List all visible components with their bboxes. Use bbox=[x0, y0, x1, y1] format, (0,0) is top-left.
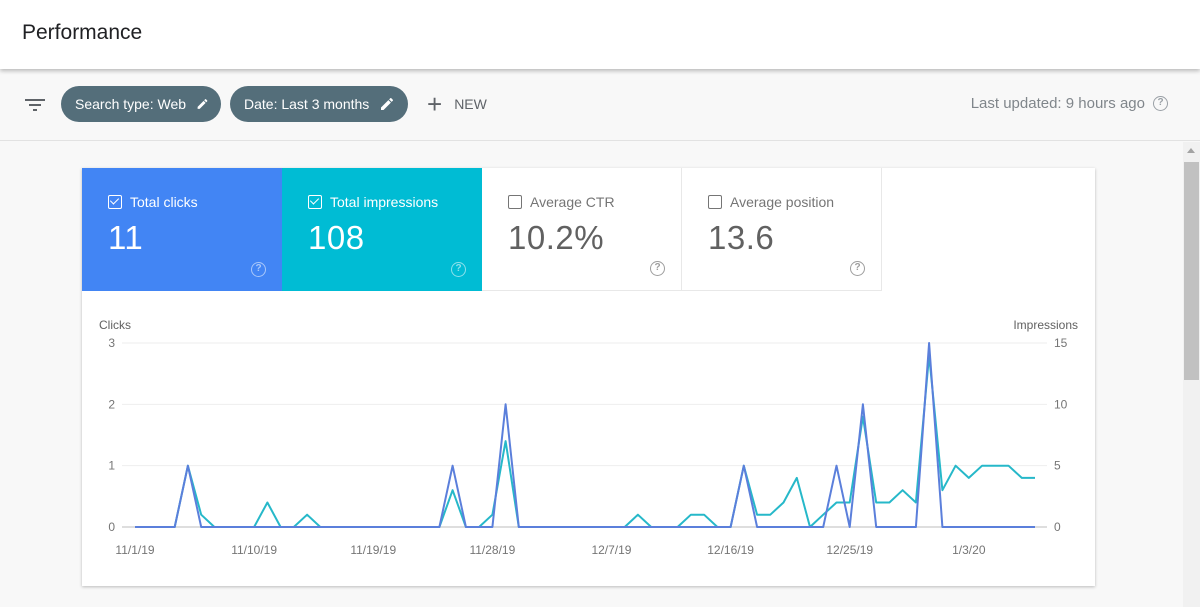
x-tick-label: 11/28/19 bbox=[469, 543, 515, 557]
metric-label: Average position bbox=[730, 194, 835, 210]
vertical-scrollbar[interactable] bbox=[1183, 142, 1200, 607]
y-left-tick-label: 2 bbox=[108, 397, 115, 411]
date-range-chip[interactable]: Date: Last 3 months bbox=[230, 86, 408, 122]
x-tick-label: 1/3/20 bbox=[952, 543, 986, 557]
help-icon[interactable]: ? bbox=[251, 262, 266, 277]
last-updated-status: Last updated: 9 hours ago ? bbox=[971, 95, 1168, 112]
performance-chart: Clicks Impressions 0 1 2 3 0 5 10 15 11/1/19 11/1… bbox=[82, 308, 1095, 578]
help-icon[interactable]: ? bbox=[451, 262, 466, 277]
x-tick-label: 12/7/19 bbox=[591, 543, 631, 557]
checkbox-unchecked-icon[interactable] bbox=[708, 195, 722, 209]
performance-card: Total clicks 11 ? Total impressions 108 … bbox=[82, 168, 1095, 586]
plus-icon: + bbox=[427, 89, 443, 119]
search-type-chip-label: Search type: Web bbox=[75, 96, 187, 112]
metric-value: 13.6 bbox=[708, 219, 775, 256]
date-range-chip-label: Date: Last 3 months bbox=[244, 96, 370, 112]
series-line-clicks bbox=[135, 342, 1035, 528]
filter-toolbar: Search type: Web Date: Last 3 months + N… bbox=[0, 69, 1200, 141]
pencil-icon bbox=[197, 99, 208, 109]
x-tick-label: 11/1/19 bbox=[115, 543, 154, 557]
left-axis-title: Clicks bbox=[99, 318, 131, 332]
checkbox-unchecked-icon[interactable] bbox=[508, 195, 522, 209]
last-updated-text: Last updated: 9 hours ago bbox=[970, 95, 1145, 112]
x-tick-label: 12/25/19 bbox=[826, 543, 873, 557]
new-filter-label: NEW bbox=[454, 96, 487, 112]
metric-label: Total impressions bbox=[330, 194, 439, 210]
metric-average-position[interactable]: Average position 13.6 ? bbox=[682, 168, 882, 291]
y-left-tick-label: 3 bbox=[108, 336, 115, 350]
y-right-tick-label: 5 bbox=[1054, 459, 1061, 473]
metric-total-impressions[interactable]: Total impressions 108 ? bbox=[282, 168, 482, 291]
y-right-tick-label: 10 bbox=[1054, 397, 1068, 411]
y-left-tick-label: 1 bbox=[108, 459, 115, 473]
checkbox-checked-icon[interactable] bbox=[108, 195, 122, 209]
help-icon[interactable]: ? bbox=[850, 261, 865, 276]
new-filter-button[interactable]: + NEW bbox=[427, 91, 487, 117]
y-right-tick-label: 15 bbox=[1054, 336, 1068, 350]
help-icon[interactable]: ? bbox=[650, 261, 665, 276]
pencil-icon bbox=[381, 97, 394, 110]
y-right-tick-label: 0 bbox=[1054, 520, 1061, 534]
metric-average-ctr[interactable]: Average CTR 10.2% ? bbox=[482, 168, 682, 291]
page-title: Performance bbox=[22, 21, 143, 44]
metric-value: 11 bbox=[108, 219, 144, 256]
metric-total-clicks[interactable]: Total clicks 11 ? bbox=[82, 168, 282, 291]
series-line-impressions bbox=[135, 354, 1035, 528]
x-tick-label: 11/10/19 bbox=[231, 543, 277, 557]
help-icon[interactable]: ? bbox=[1153, 96, 1168, 111]
right-axis-title: Impressions bbox=[1013, 318, 1078, 332]
checkbox-checked-icon[interactable] bbox=[308, 195, 322, 209]
scroll-up-arrow-icon[interactable] bbox=[1187, 148, 1195, 153]
x-tick-label: 12/16/19 bbox=[707, 543, 754, 557]
line-chart-svg: 0 1 2 3 0 5 10 15 11/1/19 11/10/19 11/19/19 11/28/1… bbox=[108, 336, 1068, 557]
page-header: Performance bbox=[0, 0, 1200, 69]
metric-value: 108 bbox=[308, 219, 365, 256]
x-tick-label: 11/19/19 bbox=[350, 543, 396, 557]
y-left-tick-label: 0 bbox=[108, 520, 115, 534]
scrollbar-thumb[interactable] bbox=[1184, 162, 1199, 380]
metric-value: 10.2% bbox=[508, 219, 605, 256]
metric-label: Average CTR bbox=[530, 194, 615, 210]
filter-list-icon[interactable] bbox=[24, 96, 46, 114]
search-type-chip[interactable]: Search type: Web bbox=[61, 86, 221, 122]
metric-label: Total clicks bbox=[130, 194, 198, 210]
